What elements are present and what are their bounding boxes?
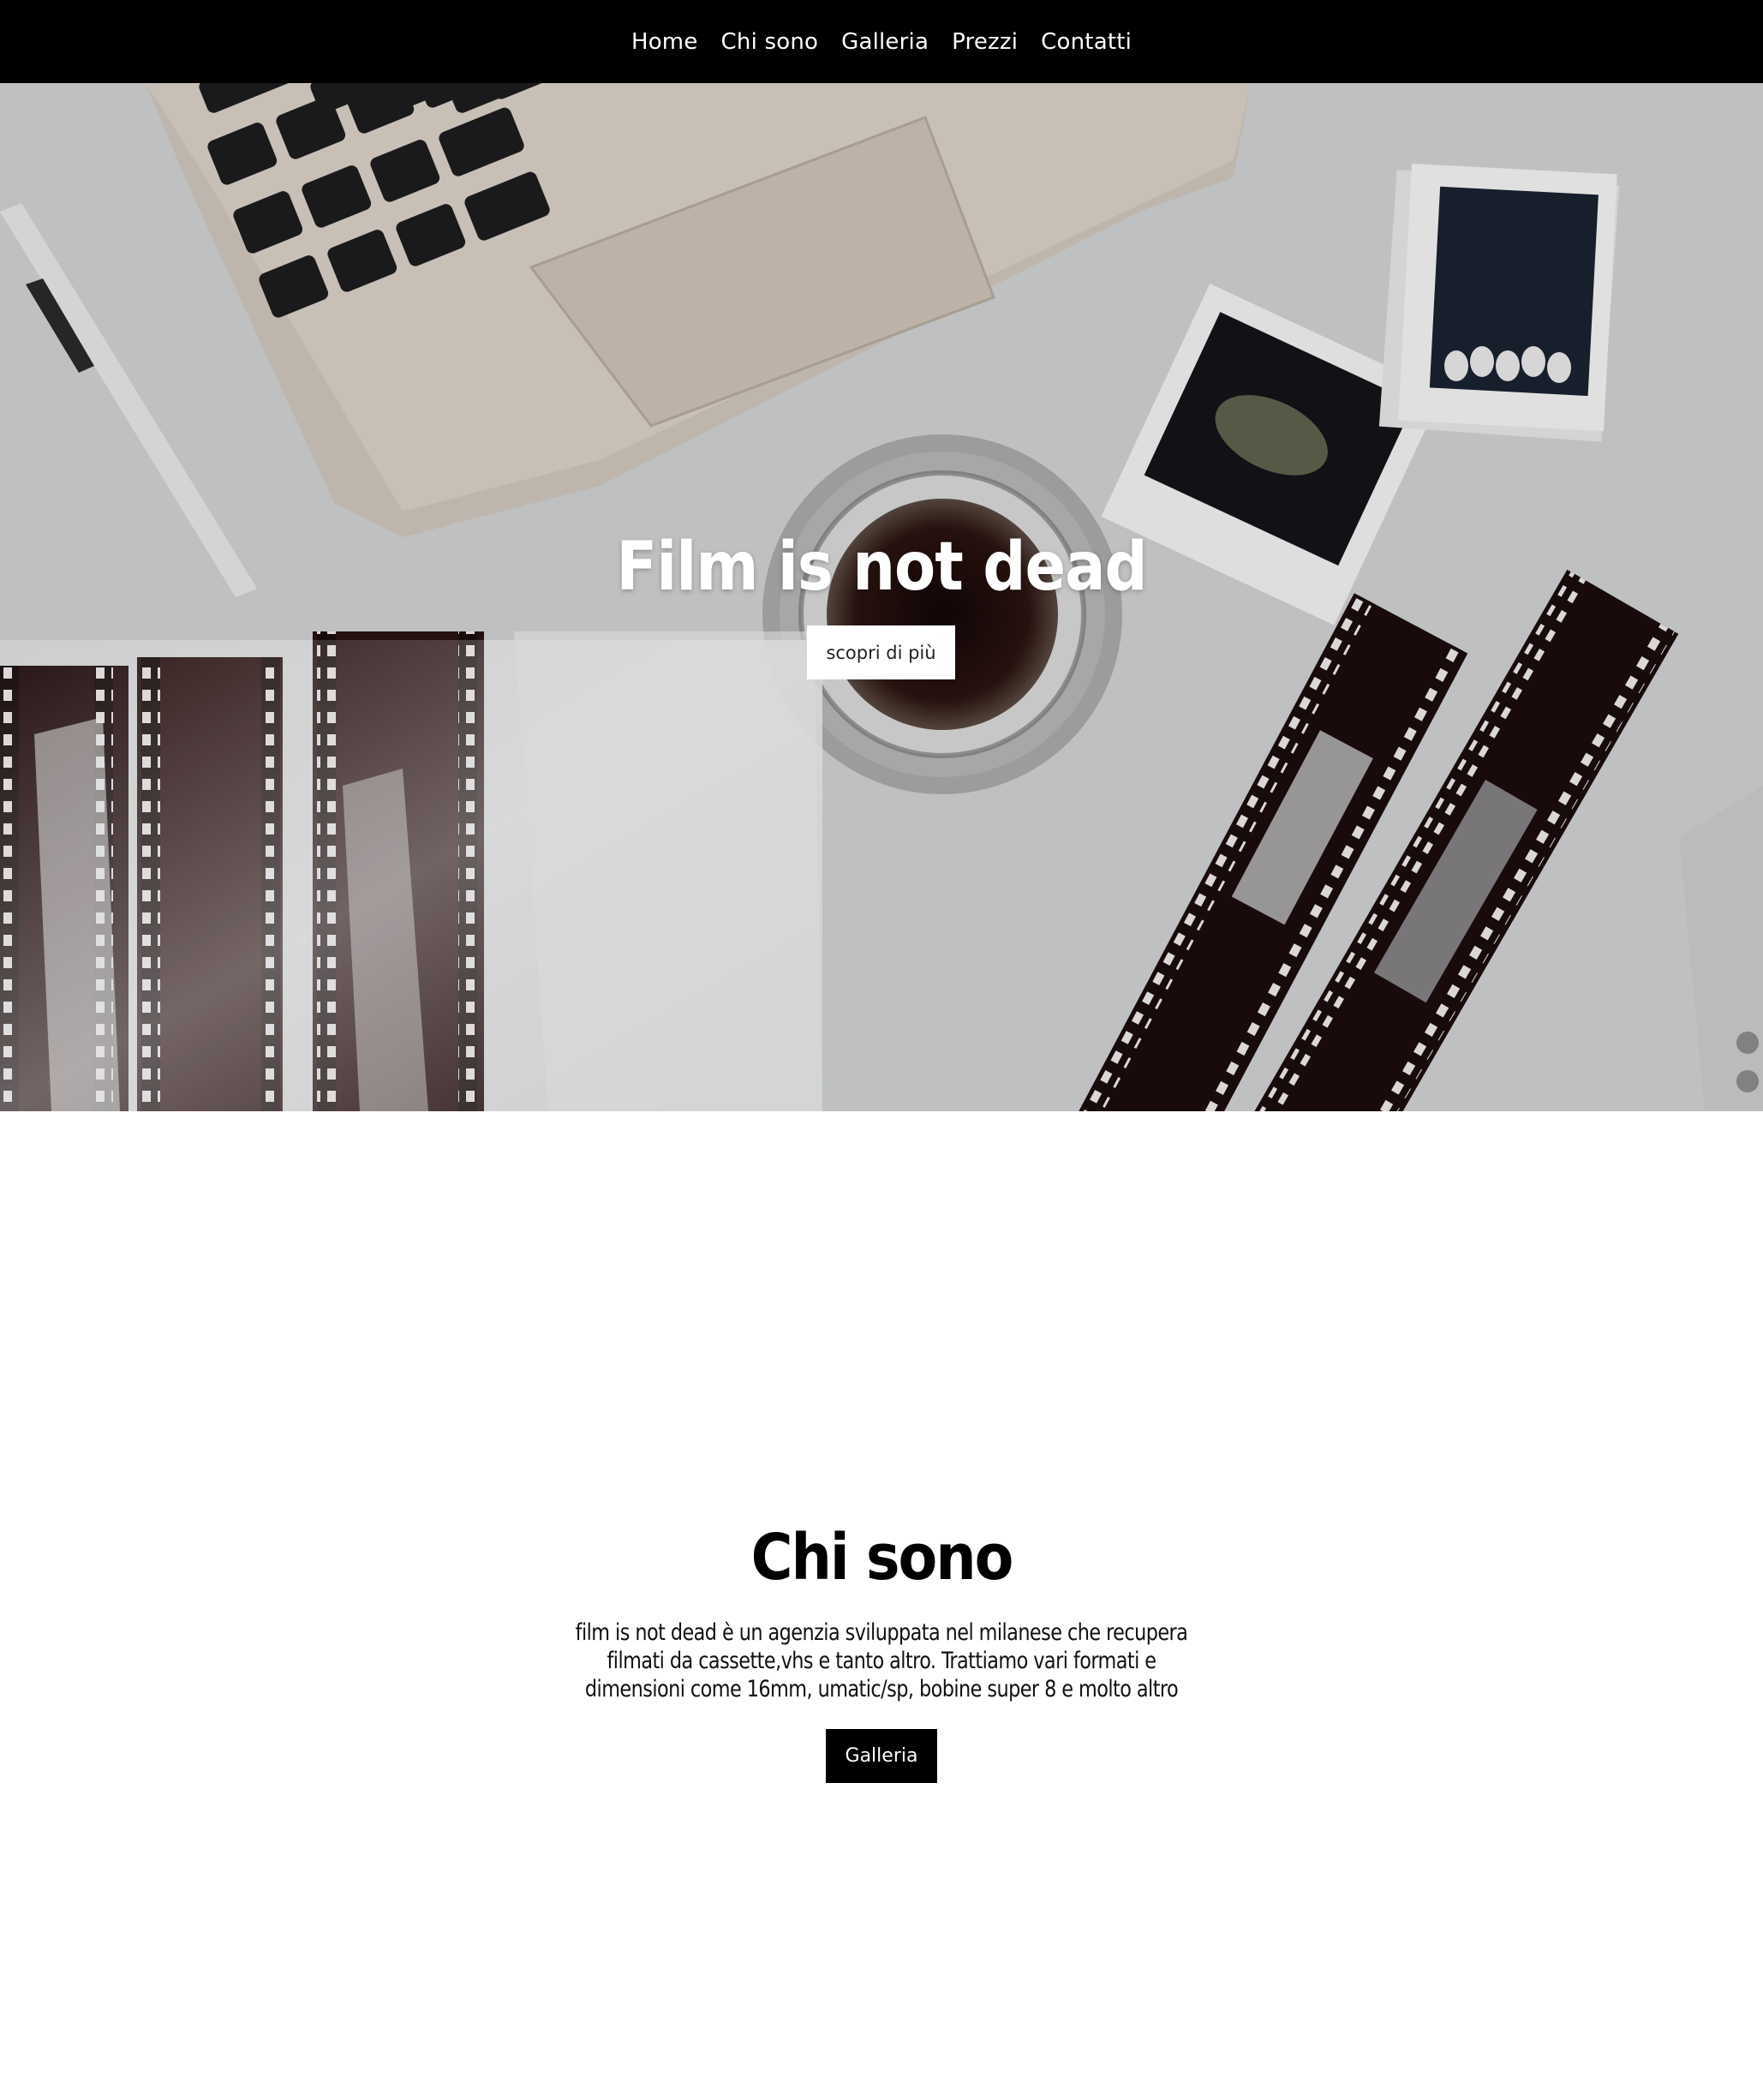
nav-link-chi-sono[interactable]: Chi sono [721, 29, 819, 55]
hero-title: Film is not dead [616, 529, 1147, 606]
nav-link-prezzi[interactable]: Prezzi [952, 29, 1018, 55]
hero-section: Film is not dead [0, 83, 1763, 1111]
about-title: Chi sono [750, 1521, 1014, 1594]
nav-link-home[interactable]: Home [631, 29, 698, 55]
top-navigation: Home Chi sono Galleria Prezzi Contatti [0, 0, 1763, 83]
nav-link-contatti[interactable]: Contatti [1041, 29, 1132, 55]
nav-link-galleria[interactable]: Galleria [841, 29, 929, 55]
gallery-button[interactable]: Galleria [826, 1729, 937, 1783]
about-description: film is not dead è un agenzia sviluppata… [575, 1619, 1188, 1702]
discover-more-button[interactable]: scopri di più [807, 625, 955, 679]
